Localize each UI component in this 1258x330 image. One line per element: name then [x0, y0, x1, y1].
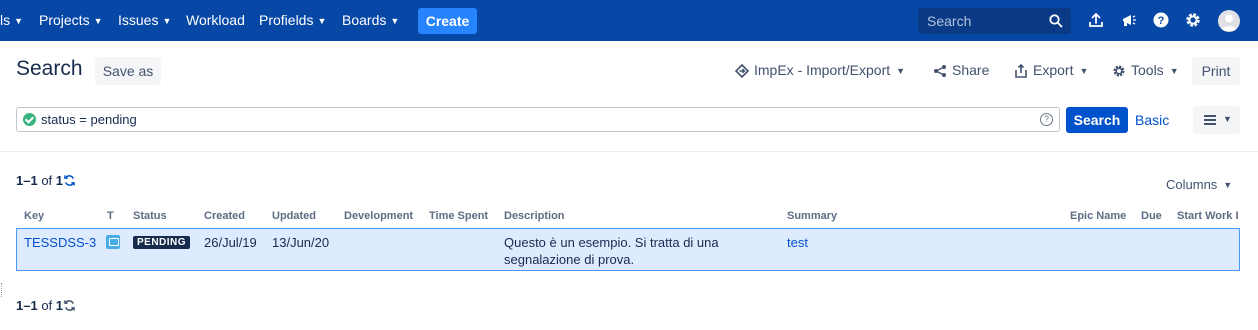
jql-query-text: status = pending [41, 112, 137, 127]
column-header-epic-name[interactable]: Epic Name [1070, 210, 1126, 222]
description-cell: Questo è un esempio. Si tratta di una se… [504, 234, 764, 268]
column-header-updated[interactable]: Updated [272, 210, 316, 222]
nav-item-label: Issues [118, 12, 159, 28]
page-title: Search [16, 57, 83, 80]
chevron-down-icon: ▼ [1223, 180, 1233, 190]
description-line: Questo è un esempio. Si tratta di una [504, 235, 719, 250]
search-icon[interactable] [1048, 13, 1064, 29]
top-navigation-bar: ls ▼ Projects ▼ Issues ▼ Workload Profields… [0, 0, 1258, 41]
share-button[interactable]: Share [933, 56, 989, 84]
column-header-status[interactable]: Status [133, 210, 167, 222]
issue-key-link[interactable]: TESSDSS-3 [24, 235, 96, 250]
export-icon [1015, 63, 1027, 78]
nav-item-projects[interactable]: Projects ▼ [39, 0, 103, 41]
user-icon [1221, 14, 1237, 31]
chevron-down-icon: ▼ [896, 66, 906, 76]
summary-link[interactable]: test [787, 235, 808, 250]
result-of: of [41, 298, 53, 313]
nav-item-boards[interactable]: Boards ▼ [342, 0, 399, 41]
nav-item-workload[interactable]: Workload [186, 0, 245, 41]
impex-button[interactable]: ImpEx - Import/Export ▼ [734, 56, 906, 84]
column-header-development[interactable]: Development [344, 210, 413, 222]
nav-item-label: Workload [186, 12, 245, 28]
export-button[interactable]: Export ▼ [1014, 56, 1088, 84]
refresh-icon[interactable] [63, 174, 76, 187]
result-total: 1 [55, 298, 64, 313]
svg-text:?: ? [1158, 15, 1165, 27]
create-button[interactable]: Create [418, 8, 477, 34]
chevron-down-icon: ▼ [317, 16, 327, 26]
nav-item-issues[interactable]: Issues ▼ [118, 0, 171, 41]
jql-query-input[interactable]: status = pending ? [16, 107, 1060, 132]
gear-icon [1113, 65, 1125, 77]
chevron-down-icon: ▼ [1079, 66, 1089, 76]
created-date: 26/Jul/19 [204, 235, 257, 250]
save-as-button[interactable]: Save as [95, 57, 161, 85]
column-header-type[interactable]: T [107, 210, 114, 222]
impex-icon [734, 63, 750, 79]
result-count-top: 1–1 of 1 [16, 173, 76, 188]
list-icon [1204, 115, 1216, 125]
help-icon[interactable]: ? [1040, 113, 1053, 126]
task-icon [106, 235, 120, 249]
result-of: of [41, 173, 53, 188]
tools-button[interactable]: Tools ▼ [1112, 56, 1179, 84]
column-header-start-work[interactable]: Start Work I [1177, 210, 1241, 222]
chevron-down-icon: ▼ [390, 16, 400, 26]
search-button[interactable]: Search [1066, 107, 1128, 133]
layout-menu-button[interactable]: ▼ [1193, 106, 1240, 134]
result-range: 1–1 [16, 173, 38, 188]
chevron-down-icon: ▼ [162, 16, 172, 26]
nav-item-label: Boards [342, 12, 387, 28]
tools-label: Tools [1131, 62, 1164, 78]
column-header-due[interactable]: Due [1141, 210, 1162, 222]
updated-date: 13/Jun/20 [272, 235, 330, 250]
description-line: segnalazione di prova. [504, 252, 635, 267]
export-label: Export [1033, 62, 1074, 78]
global-search [918, 8, 1071, 34]
nav-item-partial[interactable]: ls ▼ [0, 0, 23, 41]
nav-item-label: Projects [39, 12, 90, 28]
chevron-down-icon: ▼ [1169, 66, 1179, 76]
column-header-time-spent[interactable]: Time Spent [429, 210, 488, 222]
columns-button[interactable]: Columns ▼ [1166, 177, 1232, 192]
resize-handle[interactable] [1, 283, 3, 297]
upload-icon[interactable] [1087, 11, 1105, 29]
result-range: 1–1 [16, 298, 38, 313]
share-icon [934, 65, 946, 77]
gear-icon[interactable] [1184, 11, 1202, 29]
chevron-down-icon: ▼ [1223, 114, 1232, 124]
chevron-down-icon: ▼ [93, 16, 103, 26]
megaphone-icon[interactable] [1120, 11, 1138, 29]
share-label: Share [952, 62, 990, 78]
nav-item-partial-label: ls [0, 12, 11, 28]
global-search-input[interactable] [918, 8, 1048, 34]
nav-item-profields[interactable]: Profields ▼ [259, 0, 326, 41]
result-total: 1 [55, 173, 64, 188]
impex-label: ImpEx - Import/Export [754, 62, 891, 78]
column-header-created[interactable]: Created [204, 210, 245, 222]
avatar[interactable] [1218, 10, 1240, 32]
help-icon[interactable]: ? [1152, 11, 1170, 29]
nav-item-label: Profields [259, 12, 314, 28]
columns-label: Columns [1166, 177, 1218, 192]
status-badge: PENDING [133, 236, 191, 249]
basic-search-link[interactable]: Basic [1135, 112, 1169, 128]
chevron-down-icon: ▼ [14, 16, 24, 26]
column-header-key[interactable]: Key [24, 210, 44, 222]
column-header-summary[interactable]: Summary [787, 210, 837, 222]
valid-query-check-icon [23, 113, 36, 126]
print-button[interactable]: Print [1192, 57, 1240, 85]
divider [0, 151, 1258, 152]
refresh-icon[interactable] [63, 299, 76, 312]
result-count-bottom: 1–1 of 1 [16, 298, 76, 313]
column-header-description[interactable]: Description [504, 210, 565, 222]
